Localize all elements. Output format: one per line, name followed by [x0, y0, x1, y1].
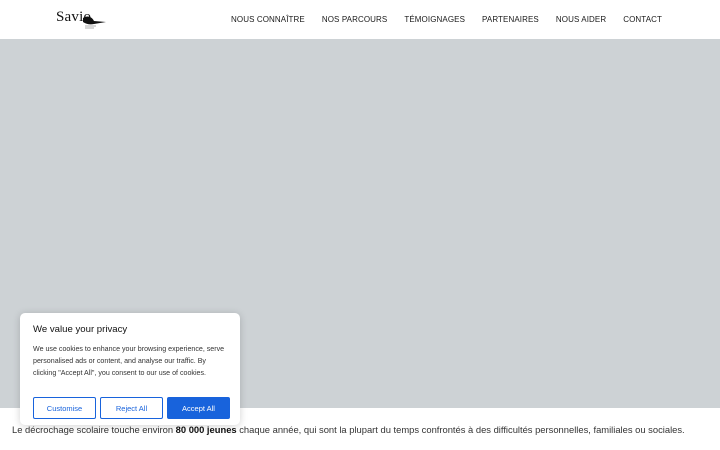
nav-item-nos-parcours[interactable]: NOS PARCOURS [322, 15, 388, 24]
main-nav: NOUS CONNAÎTRE NOS PARCOURS TÉMOIGNAGES … [214, 0, 662, 39]
intro-paragraph: Le décrochage scolaire touche environ 80… [12, 424, 712, 435]
cookie-button-row: Customise Reject All Accept All [33, 397, 230, 419]
site-header: Savio NOUS CONNAÎTRE NOS PARCOURS TÉMOIG… [0, 0, 720, 39]
intro-highlight: 80 000 jeunes [175, 424, 237, 435]
reject-all-button[interactable]: Reject All [100, 397, 163, 419]
nav-item-partenaires[interactable]: PARTENAIRES [482, 15, 539, 24]
nav-item-temoignages[interactable]: TÉMOIGNAGES [404, 15, 465, 24]
nav-item-nous-connaitre[interactable]: NOUS CONNAÎTRE [231, 15, 305, 24]
intro-text-start: Le décrochage scolaire touche environ [12, 424, 176, 435]
site-logo[interactable]: Savio [56, 6, 112, 32]
accept-all-button[interactable]: Accept All [167, 397, 230, 419]
nav-item-nous-aider[interactable]: NOUS AIDER [556, 15, 606, 24]
nav-item-contact[interactable]: CONTACT [623, 15, 662, 24]
cookie-title: We value your privacy [33, 324, 128, 335]
logo-bird-icon [83, 16, 106, 29]
intro-text-end: chaque année, qui sont la plupart du tem… [236, 424, 685, 435]
cookie-description: We use cookies to enhance your browsing … [33, 345, 225, 377]
customise-button[interactable]: Customise [33, 397, 96, 419]
cookie-consent-banner: We value your privacy We use cookies to … [20, 313, 240, 425]
